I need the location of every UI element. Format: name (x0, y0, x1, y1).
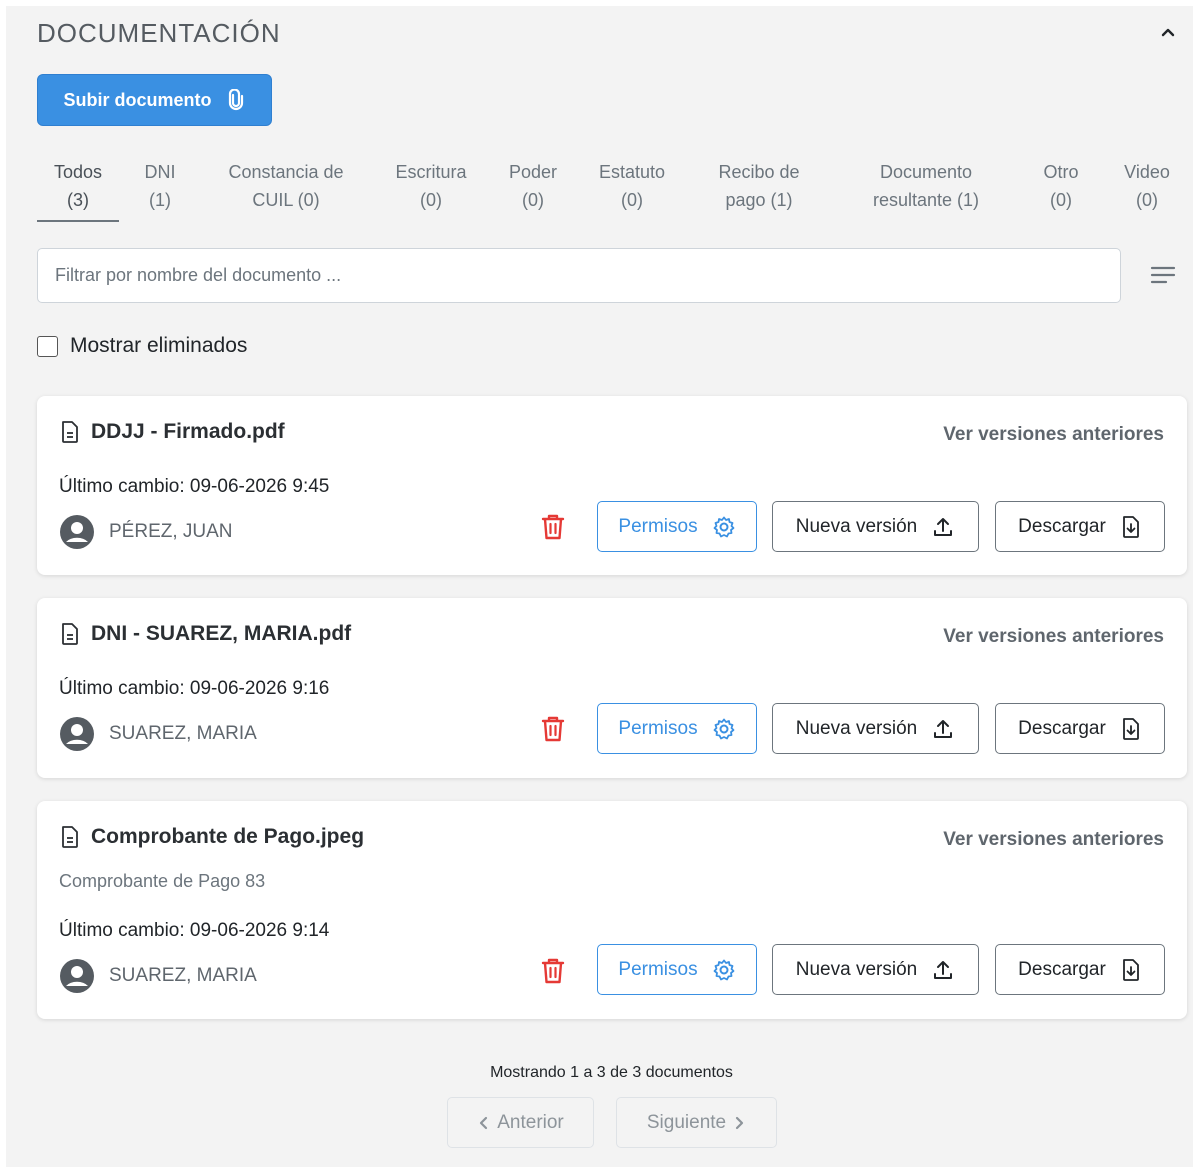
user-name: SUAREZ, MARIA (109, 965, 257, 986)
document-card: DNI - SUAREZ, MARIA.pdf Ver versiones an… (37, 598, 1187, 778)
permissions-button[interactable]: Permisos (597, 703, 757, 754)
tab-constancia-cuil[interactable]: Constancia de CUIL (0) (206, 158, 366, 214)
filter-menu-icon[interactable] (1150, 262, 1176, 288)
document-card: Comprobante de Pago.jpeg Ver versiones a… (37, 801, 1187, 1019)
show-deleted-checkbox[interactable] (37, 335, 58, 357)
trash-icon[interactable] (540, 957, 566, 985)
gear-icon (713, 516, 734, 537)
filter-input[interactable] (37, 248, 1121, 303)
tab-recibo-pago[interactable]: Recibo de pago (1) (700, 158, 818, 214)
document-card: DDJJ - Firmado.pdf Ver versiones anterio… (37, 396, 1187, 575)
tab-video[interactable]: Video (0) (1114, 158, 1180, 214)
user-avatar-icon (60, 515, 94, 549)
tab-estatuto[interactable]: Estatuto (0) (587, 158, 677, 214)
upload-icon (934, 960, 953, 979)
document-description: Comprobante de Pago 83 (59, 871, 266, 891)
last-change: Último cambio: 09-06-2026 9:16 (59, 678, 330, 699)
gear-icon (713, 718, 734, 739)
tab-documento-resultante[interactable]: Documento resultante (1) (852, 158, 1000, 214)
gear-icon (713, 959, 734, 980)
last-change: Último cambio: 09-06-2026 9:45 (59, 476, 330, 497)
document-icon (62, 623, 78, 645)
tab-todos[interactable]: Todos (3) (37, 158, 119, 214)
chevron-left-icon (480, 1116, 488, 1129)
file-download-icon (1122, 717, 1139, 740)
document-icon (62, 826, 78, 848)
section-title: DOCUMENTACIÓN (37, 18, 281, 48)
tab-poder[interactable]: Poder (0) (495, 158, 571, 214)
file-download-icon (1122, 515, 1139, 538)
document-name: DNI - SUAREZ, MARIA.pdf (91, 622, 352, 645)
chevron-right-icon (736, 1116, 744, 1129)
previous-page-button[interactable]: Anterior (447, 1097, 594, 1148)
download-button[interactable]: Descargar (995, 501, 1165, 552)
user-avatar-icon (60, 717, 94, 751)
upload-icon (934, 719, 953, 738)
pagination-info: Mostrando 1 a 3 de 3 documentos (490, 1064, 733, 1081)
user-name: SUAREZ, MARIA (109, 723, 257, 744)
trash-icon[interactable] (540, 715, 566, 743)
download-button[interactable]: Descargar (995, 703, 1165, 754)
active-tab-indicator (37, 220, 119, 222)
chevron-up-icon[interactable] (1160, 24, 1176, 40)
view-previous-versions-link[interactable]: Ver versiones anteriores (943, 424, 1164, 446)
document-icon (62, 421, 78, 443)
upload-icon (934, 517, 953, 536)
tab-escritura[interactable]: Escritura (0) (381, 158, 481, 214)
tab-otro[interactable]: Otro (0) (1031, 158, 1091, 214)
file-download-icon (1122, 958, 1139, 981)
last-change: Último cambio: 09-06-2026 9:14 (59, 920, 330, 941)
document-name: Comprobante de Pago.jpeg (91, 825, 365, 848)
user-name: PÉREZ, JUAN (109, 521, 233, 542)
permissions-button[interactable]: Permisos (597, 501, 757, 552)
user-avatar-icon (60, 959, 94, 993)
view-previous-versions-link[interactable]: Ver versiones anteriores (943, 829, 1164, 851)
tab-dni[interactable]: DNI (1) (130, 158, 190, 214)
paperclip-icon (228, 89, 243, 111)
upload-document-label: Subir documento (63, 89, 212, 110)
show-deleted-label: Mostrar eliminados (70, 334, 248, 357)
new-version-button[interactable]: Nueva versión (772, 944, 979, 995)
next-page-button[interactable]: Siguiente (616, 1097, 777, 1148)
document-name: DDJJ - Firmado.pdf (91, 420, 285, 443)
upload-document-button[interactable]: Subir documento (37, 74, 272, 126)
new-version-button[interactable]: Nueva versión (772, 703, 979, 754)
show-deleted-toggle[interactable]: Mostrar eliminados (37, 334, 247, 358)
trash-icon[interactable] (540, 513, 566, 541)
download-button[interactable]: Descargar (995, 944, 1165, 995)
permissions-button[interactable]: Permisos (597, 944, 757, 995)
new-version-button[interactable]: Nueva versión (772, 501, 979, 552)
view-previous-versions-link[interactable]: Ver versiones anteriores (943, 626, 1164, 648)
